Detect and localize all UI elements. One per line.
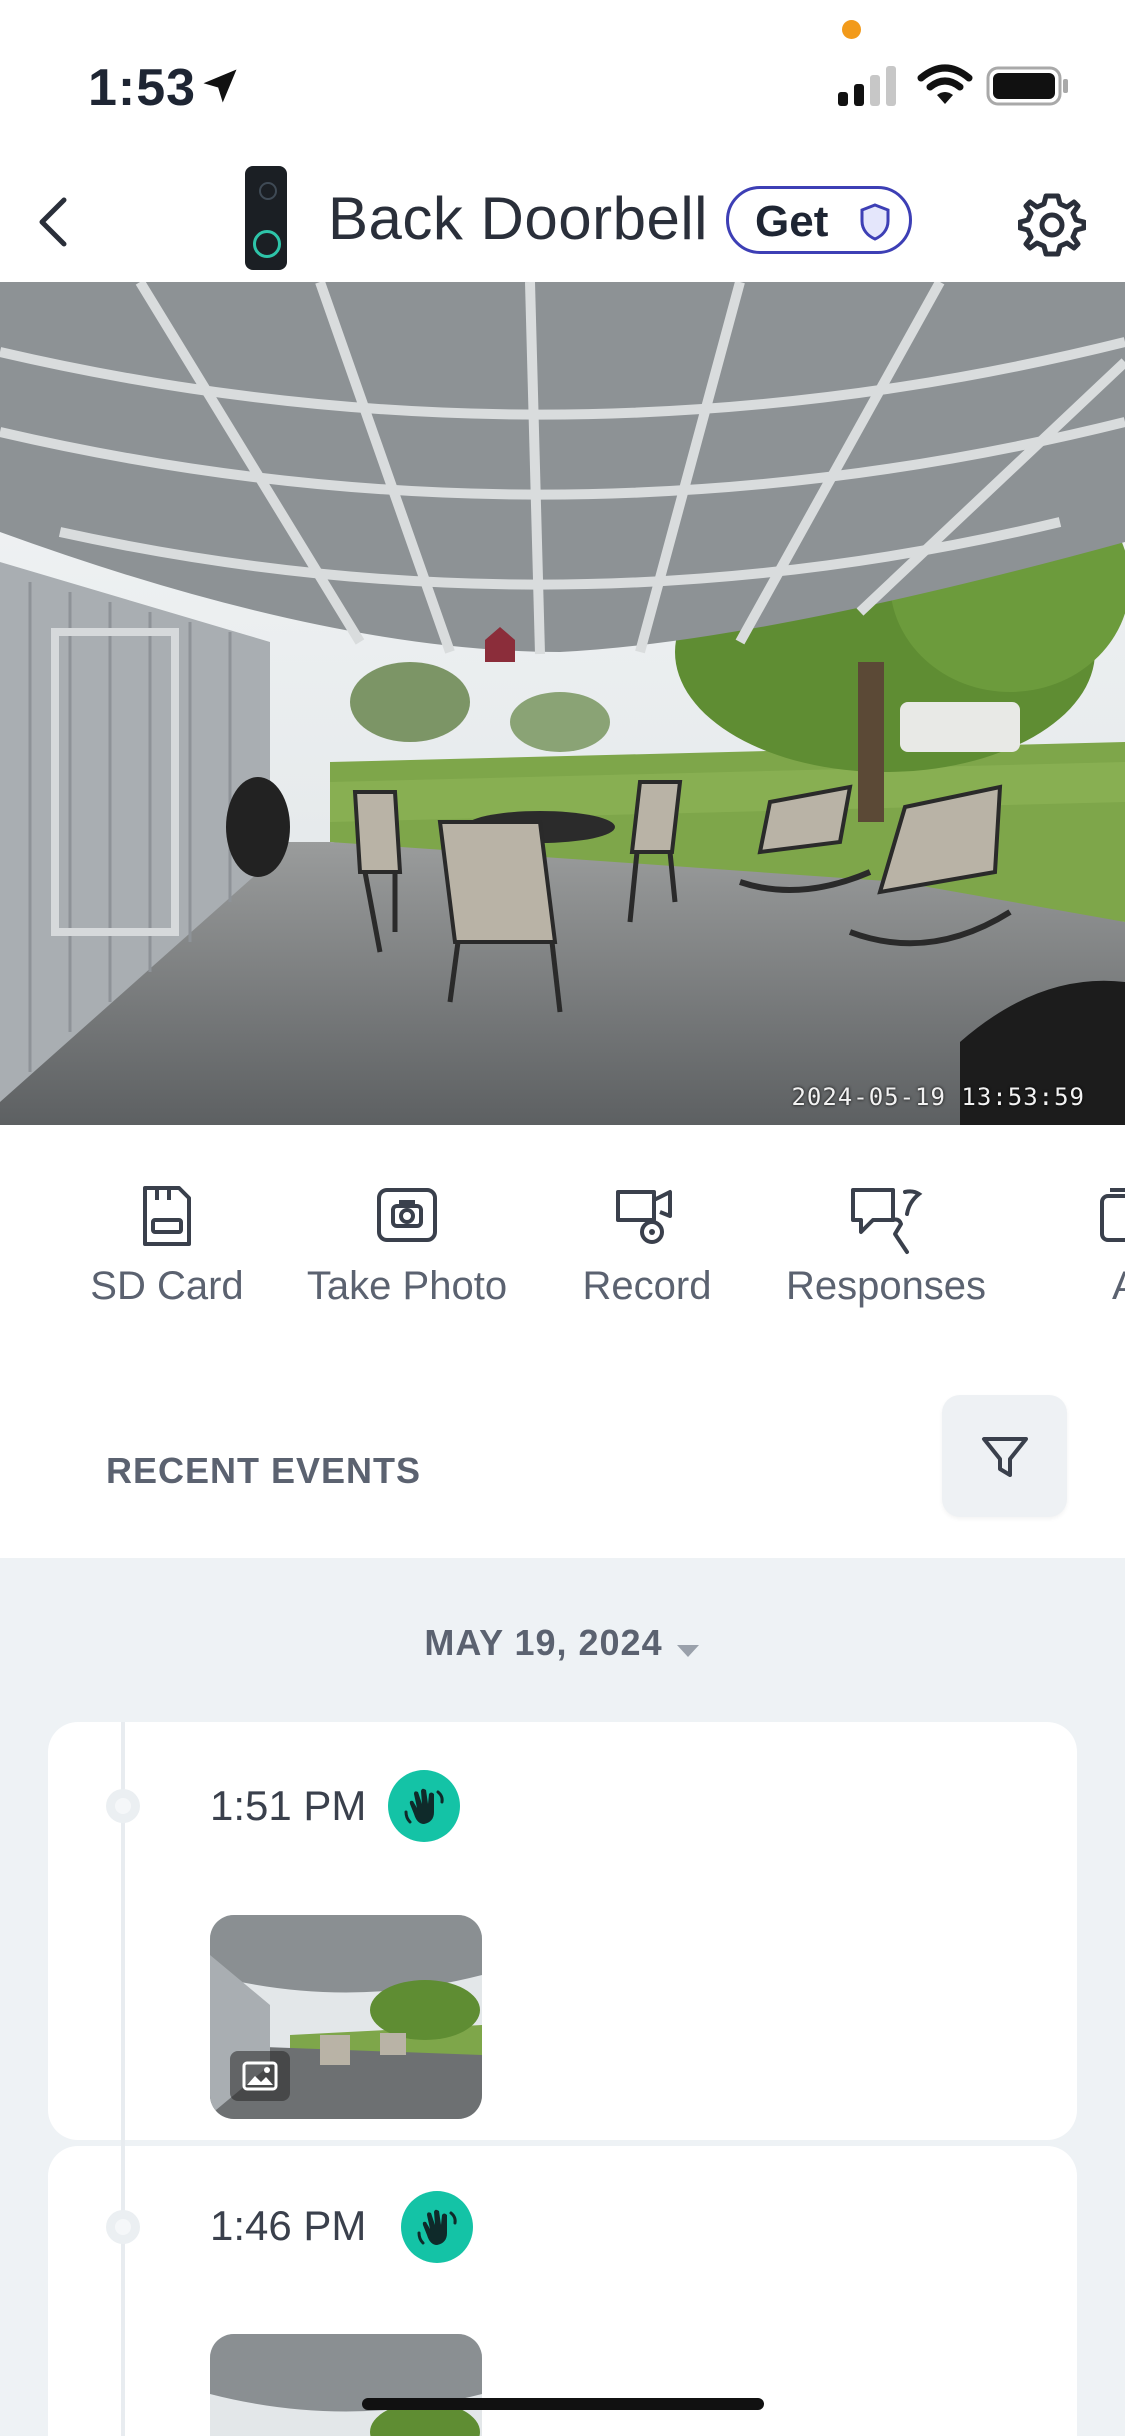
shield-icon: [860, 203, 890, 241]
event-thumbnail[interactable]: [210, 1915, 482, 2119]
action-record[interactable]: Record: [537, 1160, 757, 1330]
doorbell-device-icon: [245, 166, 287, 270]
quick-actions-row: SD Card Take Photo Record Responses: [0, 1160, 1125, 1330]
action-label: Responses: [785, 1264, 987, 1308]
action-responses[interactable]: Responses: [776, 1160, 996, 1330]
wifi-icon: [917, 64, 973, 104]
image-icon: [242, 2061, 278, 2091]
camera-scene: [0, 282, 1125, 1125]
wave-hand-icon: [404, 1788, 444, 1824]
camera-icon: [377, 1188, 437, 1242]
timeline-dot: [106, 2210, 140, 2244]
action-label: Take Photo: [306, 1264, 508, 1308]
event-type-badge: [401, 2191, 473, 2263]
camera-timestamp: 2024-05-19 13:53:59: [791, 1083, 1085, 1111]
action-label: Record: [582, 1264, 712, 1308]
status-bar: 1:53: [0, 0, 1125, 150]
location-arrow-icon: [203, 69, 237, 103]
event-time: 1:51 PM: [210, 1782, 367, 1829]
event-thumbnail[interactable]: [210, 2334, 482, 2436]
cellular-signal-icon: [838, 66, 896, 106]
action-take-photo[interactable]: Take Photo: [297, 1160, 517, 1330]
event-time: 1:46 PM: [210, 2202, 367, 2249]
filter-icon: [982, 1437, 1028, 1477]
event-type-badge: [388, 1770, 460, 1842]
action-label: SD Card: [90, 1264, 244, 1308]
header-bar: Back Doorbell Get: [0, 160, 1125, 282]
settings-gear-icon[interactable]: [1018, 190, 1086, 258]
action-sd-card[interactable]: SD Card: [57, 1160, 277, 1330]
get-label: Get: [755, 197, 829, 246]
filter-button[interactable]: [942, 1395, 1067, 1517]
timeline-line: [121, 1722, 125, 2436]
battery-icon: [986, 66, 1068, 106]
sd-card-icon: [143, 1186, 191, 1246]
action-label: Alb: [1112, 1264, 1125, 1309]
album-icon: [1100, 1188, 1125, 1242]
responses-icon: [851, 1188, 923, 1254]
device-title: Back Doorbell: [328, 185, 709, 252]
date-selector[interactable]: MAY 19, 2024: [0, 1622, 1125, 1664]
thumbnail-scene: [210, 2334, 482, 2436]
record-icon: [616, 1190, 672, 1244]
action-album[interactable]: Alb: [1020, 1160, 1125, 1330]
event-card[interactable]: [48, 2146, 1077, 2436]
image-badge: [230, 2051, 290, 2101]
live-camera-view[interactable]: 2024-05-19 13:53:59: [0, 282, 1125, 1125]
recent-events-title: RECENT EVENTS: [106, 1450, 422, 1491]
wave-hand-icon: [417, 2209, 457, 2245]
chevron-down-icon: [676, 1644, 699, 1657]
privacy-indicator-dot: [842, 20, 861, 39]
status-time: 1:53: [88, 59, 197, 117]
date-label: MAY 19, 2024: [424, 1622, 663, 1663]
home-indicator: [362, 2398, 764, 2410]
timeline-dot: [106, 1789, 140, 1823]
event-card[interactable]: [48, 1722, 1077, 2140]
get-protection-button[interactable]: Get: [726, 186, 912, 254]
back-chevron-icon[interactable]: [28, 190, 88, 254]
